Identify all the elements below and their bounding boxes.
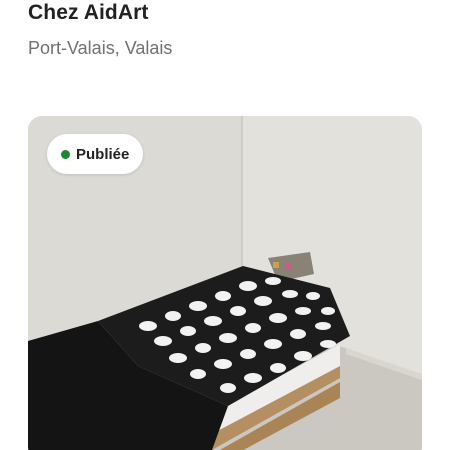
listing-location: Port-Valais, Valais <box>28 38 173 58</box>
status-dot-icon <box>61 149 70 159</box>
status-label: Publiée <box>76 145 130 163</box>
listing-title: Chez AidArt <box>28 1 149 24</box>
status-badge: Publiée <box>47 134 144 174</box>
